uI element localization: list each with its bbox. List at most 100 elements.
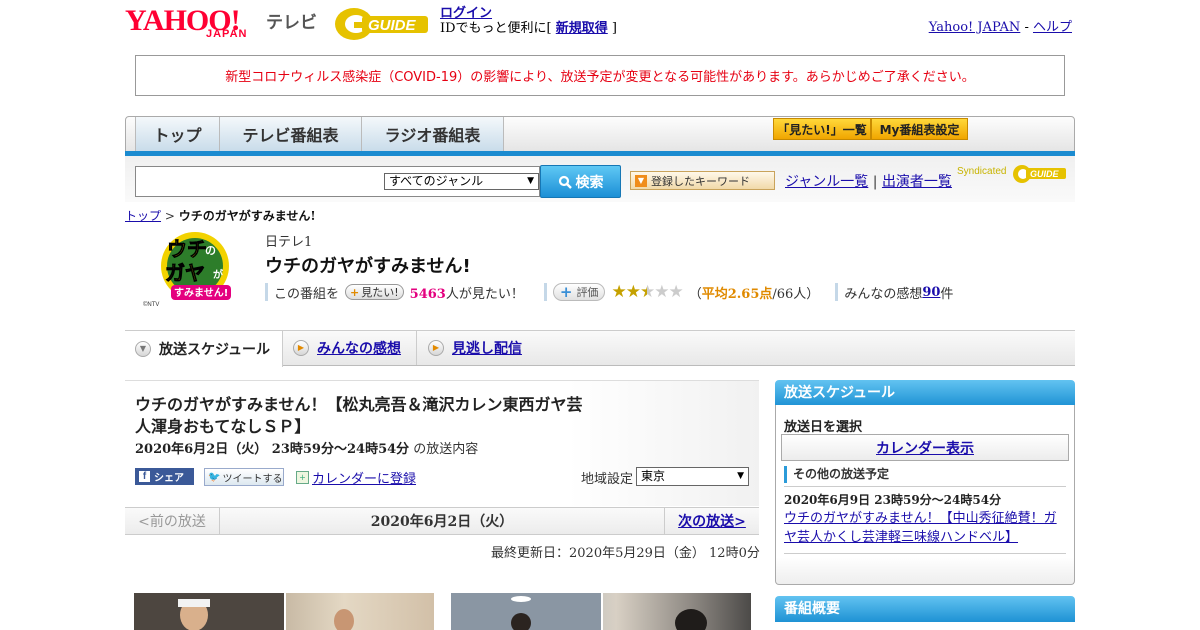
last-updated: 最終更新日：2020年5月29日（金） 12時0分 xyxy=(491,546,760,561)
top-right-links: Yahoo! JAPAN - ヘルプ xyxy=(929,16,1072,35)
svg-text:すみません!: すみません! xyxy=(174,287,228,299)
prev-broadcast: <前の放送 xyxy=(125,507,220,535)
program-stats-row: この番組を + 見たい! 5463人が見たい！ + 評価 ★★★★★ （平均2.65… xyxy=(265,282,954,302)
breadcrumb-top-link[interactable]: トップ xyxy=(125,209,161,223)
divider xyxy=(784,486,1066,487)
program-title: ウチのガヤがすみません! xyxy=(265,256,471,277)
pick-date-label: 放送日を選択 xyxy=(784,420,863,435)
rate-button[interactable]: + 評価 xyxy=(552,283,606,301)
svg-text:GUIDE: GUIDE xyxy=(368,17,417,34)
sidebar-schedule-header: 放送スケジュール xyxy=(775,380,1075,406)
share-label: シェア xyxy=(154,473,184,484)
dropdown-arrow-icon: ▼ xyxy=(737,471,744,481)
login-prompt: IDでもっと便利に[ xyxy=(440,21,556,36)
rate-button-label: 評価 xyxy=(576,286,599,299)
sidebar-summary-header: 番組概要 xyxy=(775,596,1075,622)
login-link[interactable]: ログイン xyxy=(440,6,492,21)
episode-title: ウチのガヤがすみません！【松丸亮吾＆滝沢カレン東西ガヤ芸人渾身おもてなしＳＰ】 xyxy=(135,395,583,436)
rating-stars: ★★★★★ xyxy=(611,282,683,302)
triangle-down-icon: ▼ xyxy=(635,174,647,187)
genre-select[interactable]: すべてのジャンル ▼ xyxy=(384,173,539,190)
episode-date-suffix: の放送内容 xyxy=(409,442,479,457)
star-icon: ★ xyxy=(625,282,641,302)
covid-notice: 新型コロナウィルス感染症（COVID-19）の影響により、放送予定が変更となる可… xyxy=(135,55,1065,96)
plus-icon: + xyxy=(559,283,573,301)
empty-star-icon: ★ xyxy=(654,282,669,302)
svg-text:が: が xyxy=(213,268,224,281)
calendar-display-link[interactable]: カレンダー表示 xyxy=(876,438,974,458)
stat-divider xyxy=(543,283,547,301)
channel-name: 日テレ1 xyxy=(265,235,313,250)
yahoo-japan-link[interactable]: Yahoo! JAPAN xyxy=(929,20,1021,35)
nav-tab-tv-schedule[interactable]: テレビ番組表 xyxy=(220,117,362,151)
kanso-count-link[interactable]: 90 xyxy=(922,285,940,300)
nav-tab-top[interactable]: トップ xyxy=(135,117,220,151)
program-logo-credit: ©NTV xyxy=(143,301,159,308)
tweet-button[interactable]: 🐦 ツイートする xyxy=(204,468,284,486)
genre-selected: すべてのジャンル xyxy=(389,174,484,188)
svg-text:ウチ: ウチ xyxy=(167,237,207,261)
facebook-share-button[interactable]: f シェア xyxy=(135,468,194,485)
next-broadcast-link[interactable]: 次の放送> xyxy=(678,511,746,531)
tab-kanso-label[interactable]: みんなの感想 xyxy=(317,338,401,358)
svg-text:GUIDE: GUIDE xyxy=(1030,169,1060,179)
help-link[interactable]: ヘルプ xyxy=(1033,20,1072,35)
mitai-button[interactable]: + 見たい! xyxy=(345,284,404,300)
breadcrumb: トップ > ウチのガヤがすみません! xyxy=(125,207,316,224)
kanso-prefix: みんなの感想 xyxy=(844,286,923,302)
twitter-bird-icon: 🐦 xyxy=(208,471,221,483)
play-arrow-icon: ▶ xyxy=(293,340,309,356)
program-logo: ウチ の ガヤ が すみません! ©NTV xyxy=(143,230,241,308)
nav-tab-radio-schedule[interactable]: ラジオ番組表 xyxy=(362,117,504,151)
tv-label: テレビ xyxy=(266,13,317,33)
keyword-button-label: 登録したキーワード xyxy=(651,174,750,188)
facebook-icon: f xyxy=(139,471,150,482)
genre-list-link[interactable]: ジャンル一覧 xyxy=(785,174,868,190)
tab-schedule[interactable]: ▼ 放送スケジュール xyxy=(125,331,283,367)
watch-suffix: 人が見たい！ xyxy=(445,286,524,302)
watch-prefix: この番組を xyxy=(274,286,340,302)
next-broadcast[interactable]: 次の放送> xyxy=(664,507,759,535)
calendar-register-link[interactable]: カレンダーに登録 xyxy=(312,468,416,487)
gguide-logo[interactable]: GUIDE xyxy=(334,6,432,42)
star-icon: ★ xyxy=(611,282,626,302)
search-button-label: 検索 xyxy=(575,174,604,191)
calendar-display-button[interactable]: カレンダー表示 xyxy=(781,434,1069,461)
mitai-list-button[interactable]: 「見たい!」一覧 xyxy=(773,118,871,140)
register-link[interactable]: 新規取得 xyxy=(556,21,608,36)
tweet-label: ツイートする xyxy=(222,473,283,485)
region-select[interactable]: 東京 ▼ xyxy=(636,467,749,486)
registered-keyword-button[interactable]: ▼ 登録したキーワード xyxy=(630,171,775,190)
kanso-suffix: 件 xyxy=(940,286,954,302)
tab-minogashi[interactable]: ▶ 見逃し配信 xyxy=(418,331,538,365)
performer-list-link[interactable]: 出演者一覧 xyxy=(882,174,952,190)
other-schedule-link[interactable]: ウチのガヤがすみません！【中山秀征絶賛！ガヤ芸人かくし芸津軽三味線ハンドベル】 xyxy=(784,511,1057,545)
breadcrumb-separator: > xyxy=(161,209,179,223)
stat-divider xyxy=(265,283,268,301)
region-label: 地域設定 xyxy=(581,472,634,487)
search-sublinks: ジャンル一覧 | 出演者一覧 xyxy=(785,171,952,191)
half-star-icon: ★ xyxy=(639,282,655,302)
login-block: ログイン IDでもっと便利に[ 新規取得 ] xyxy=(440,6,617,36)
my-schedule-button[interactable]: My番組表設定 xyxy=(871,118,968,140)
play-arrow-icon: ▶ xyxy=(428,340,444,356)
search-button[interactable]: 検索 xyxy=(540,165,621,198)
episode-photo xyxy=(451,593,751,630)
pager-date: 2020年6月2日（火） xyxy=(370,514,514,530)
plus-icon: + xyxy=(350,285,360,299)
stat-divider xyxy=(835,283,839,301)
tab-minogashi-label[interactable]: 見逃し配信 xyxy=(452,338,522,358)
empty-star-icon: ★ xyxy=(668,282,683,302)
average-rating-value: 平均2.65点 xyxy=(701,286,773,302)
average-open: （ xyxy=(688,286,702,302)
tab-kanso[interactable]: ▶ みんなの感想 xyxy=(283,331,417,365)
chevron-down-icon: ▼ xyxy=(135,341,151,357)
sublink-divider: | xyxy=(872,174,878,190)
link-separator: - xyxy=(1020,20,1033,35)
dropdown-arrow-icon: ▼ xyxy=(527,176,534,186)
average-rating: （平均2.65点/66人） xyxy=(689,283,820,302)
other-schedule-date: 2020年6月9日 23時59分～24時54分 xyxy=(784,493,1002,507)
episode-airtime: 2020年6月2日（火） 23時59分～24時54分 の放送内容 xyxy=(135,438,478,457)
other-schedule-item[interactable]: ウチのガヤがすみません！【中山秀征絶賛！ガヤ芸人かくし芸津軽三味線ハンドベル】 xyxy=(784,509,1064,547)
calendar-register[interactable]: + カレンダーに登録 xyxy=(296,468,416,487)
